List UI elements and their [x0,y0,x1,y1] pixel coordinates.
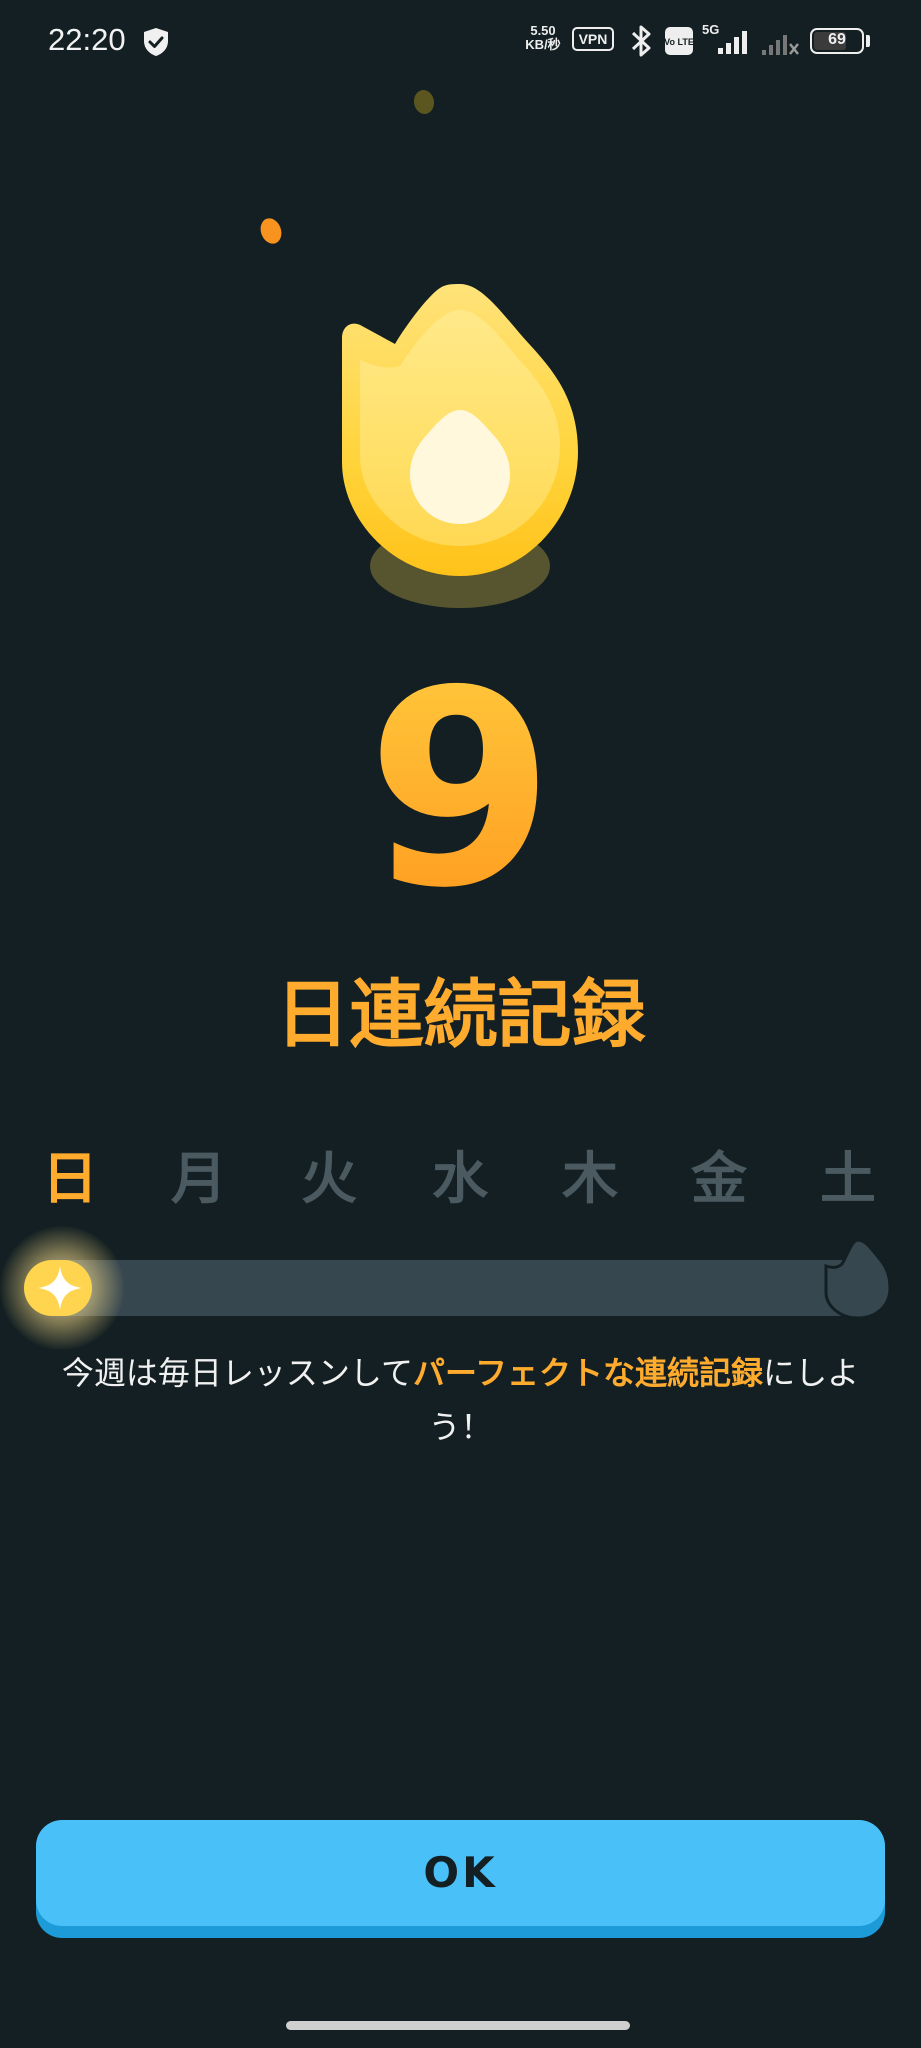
weekday-sat: 土 [820,1147,876,1212]
battery-icon: 69 [810,28,864,54]
confetti-dot [257,215,285,247]
battery-tip [866,35,870,47]
network-speed-unit: KB/秒 [525,37,561,52]
weekday-fri: 金 [691,1147,747,1212]
sparkle-icon [38,1266,82,1310]
volte-label: Vo LTE [664,37,694,47]
status-time: 22:20 [48,22,126,57]
streak-flame-icon [342,284,578,608]
encouragement-message: 今週は毎日レッスンしてパーフェクトな連続記録にしよう！ [50,1346,871,1454]
bluetooth-icon [631,25,651,57]
streak-title: 日連続記録 [275,972,646,1058]
battery-level: 69 [828,31,846,48]
shield-check-icon [144,28,168,56]
weekday-sun: 日 [42,1147,98,1212]
weekday-wed: 水 [432,1147,488,1212]
vpn-badge: VPN [572,27,614,51]
volte-icon: Vo LTE [664,27,694,55]
signal-icon: 5G [702,22,747,54]
confetti-dot [412,88,436,116]
weekday-thu: 木 [562,1147,618,1212]
streak-count: 9 [0,650,921,930]
network-speed-value: 5.50 [530,23,556,38]
network-speed: 5.50 KB/秒 [520,24,566,52]
ok-button[interactable]: OK [36,1820,885,1926]
message-part-1: 今週は毎日レッスンして [61,1354,413,1392]
network-type-label: 5G [702,22,719,37]
status-bar: 22:20 5.50 KB/秒 VPN Vo LTE 5G 69 [0,0,921,84]
goal-flame-icon [824,1238,892,1320]
signal-off-icon [762,35,799,55]
home-indicator[interactable] [286,2021,630,2030]
week-progress-track [26,1260,884,1316]
weekday-mon: 月 [171,1147,227,1212]
message-highlight: パーフェクトな連続記録 [412,1354,764,1392]
weekday-tue: 火 [301,1147,357,1212]
weekday-row: 日 月 火 水 木 金 土 [0,1140,921,1220]
